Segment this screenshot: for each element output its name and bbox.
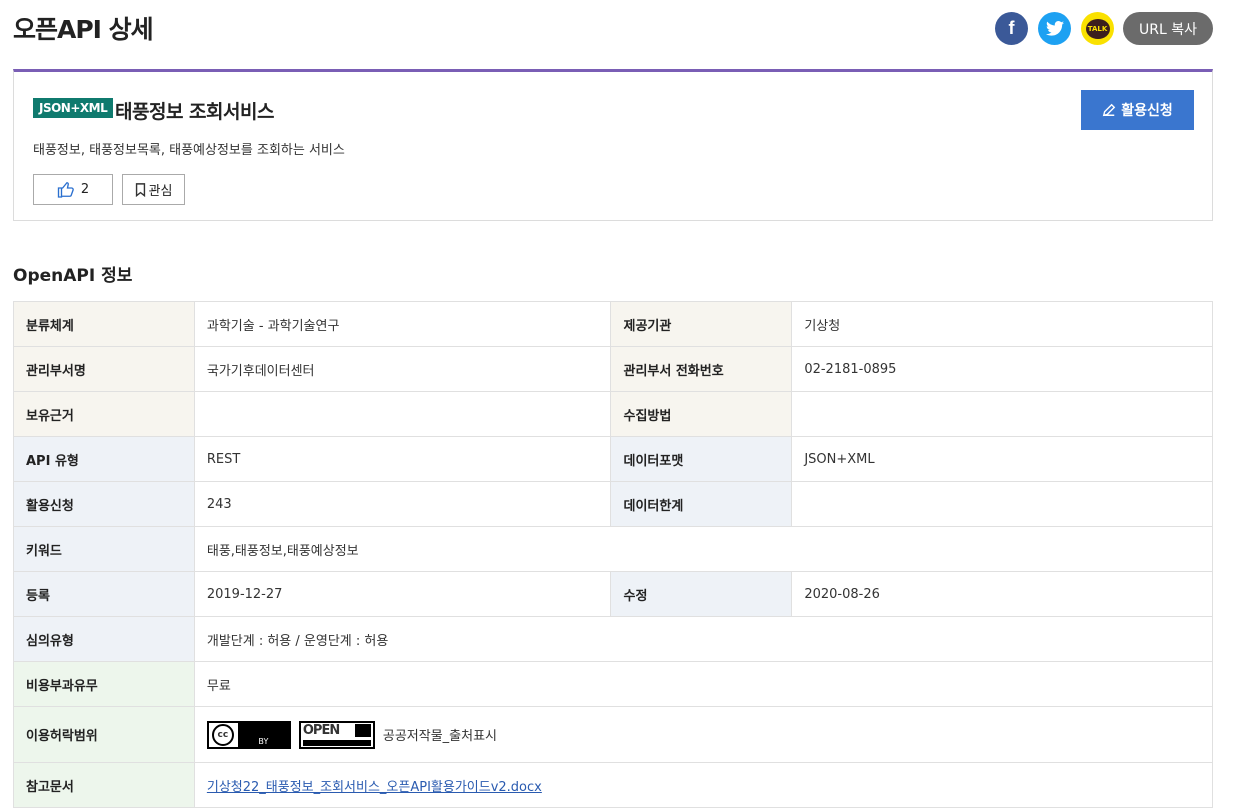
- doc-cell: 기상청22_태풍정보_조회서비스_오픈API활용가이드v2.docx: [193, 762, 1214, 808]
- doc-label: 참고문서: [13, 762, 195, 808]
- license-badges: cc BY OPEN 공공저작물_출처표시: [206, 720, 1200, 749]
- apply-count-label: 활용신청: [13, 481, 195, 527]
- api-summary-card: JSON+XML 태풍정보 조회서비스 태풍정보, 태풍정보목록, 태풍예상정보…: [13, 69, 1213, 221]
- twitter-share-button[interactable]: [1038, 12, 1071, 45]
- license-value: 공공저작물_출처표시: [382, 729, 497, 744]
- url-copy-button[interactable]: URL 복사: [1123, 12, 1213, 45]
- favorite-label: 관심: [148, 184, 173, 199]
- like-button[interactable]: 2: [33, 174, 113, 205]
- dept-label: 관리부서명: [13, 346, 195, 392]
- phone-label: 관리부서 전화번호: [610, 346, 793, 392]
- license-strip-icon: [302, 739, 371, 746]
- facebook-icon: f: [1008, 18, 1015, 38]
- open-text: OPEN: [302, 722, 340, 738]
- basis-value: [193, 391, 612, 437]
- registered-value: 2019-12-27: [193, 571, 612, 617]
- table-row: 비용부과유무 무료: [13, 661, 1214, 707]
- fee-label: 비용부과유무: [13, 661, 195, 707]
- openapi-info-table: 분류체계 과학기술 - 과학기술연구 제공기관 기상청 관리부서명 국가기후데이…: [13, 301, 1214, 808]
- limit-value: [791, 481, 1213, 527]
- limit-label: 데이터한계: [610, 481, 793, 527]
- collect-value: [791, 391, 1213, 437]
- format-label: 데이터포맷: [610, 436, 793, 482]
- section-title: OpenAPI 정보: [13, 266, 133, 286]
- table-row: 참고문서 기상청22_태풍정보_조회서비스_오픈API활용가이드v2.docx: [13, 762, 1214, 808]
- apply-count-value: 243: [193, 481, 612, 527]
- fee-value: 무료: [193, 661, 1214, 707]
- by-icon: BY: [237, 722, 289, 747]
- table-row: 활용신청 243 데이터한계: [13, 481, 1213, 527]
- table-row: 등록 2019-12-27 수정 2020-08-26: [13, 571, 1213, 617]
- collect-label: 수집방법: [610, 391, 793, 437]
- like-count: 2: [80, 182, 90, 197]
- cc-by-license-icon: cc BY: [206, 720, 291, 749]
- table-row: 관리부서명 국가기후데이터센터 관리부서 전화번호 02-2181-0895: [13, 346, 1213, 392]
- by-text: BY: [258, 736, 269, 746]
- table-row: 보유근거 수집방법: [13, 391, 1213, 437]
- reference-doc-link[interactable]: 기상청22_태풍정보_조회서비스_오픈API활용가이드v2.docx: [207, 780, 542, 795]
- registered-label: 등록: [13, 571, 195, 617]
- bookmark-icon: [135, 182, 145, 197]
- share-bar: f TALK URL 복사: [985, 12, 1213, 45]
- phone-value: 02-2181-0895: [791, 346, 1213, 392]
- pencil-icon: [1103, 103, 1116, 117]
- license-label: 이용허락범위: [13, 706, 195, 763]
- modified-label: 수정: [610, 571, 793, 617]
- table-row: 키워드 태풍,태풍정보,태풍예상정보: [13, 526, 1214, 572]
- twitter-icon: [1045, 21, 1064, 36]
- category-label: 분류체계: [13, 301, 195, 347]
- attribution-person-icon: [354, 724, 371, 737]
- review-value: 개발단계 : 허용 / 운영단계 : 허용: [193, 616, 1214, 662]
- license-cell: cc BY OPEN 공공저작물_출처표시: [193, 706, 1214, 763]
- table-row: 심의유형 개발단계 : 허용 / 운영단계 : 허용: [13, 616, 1214, 662]
- kogl-open-license-icon: OPEN: [298, 720, 375, 749]
- kakaotalk-share-button[interactable]: TALK: [1081, 12, 1114, 45]
- basis-label: 보유근거: [13, 391, 195, 437]
- table-row: 이용허락범위 cc BY OPEN 공공저작물_출처표시: [13, 706, 1214, 763]
- dept-value: 국가기후데이터센터: [193, 346, 612, 392]
- keyword-value: 태풍,태풍정보,태풍예상정보: [193, 526, 1214, 572]
- apply-button[interactable]: 활용신청: [1081, 90, 1194, 130]
- cc-icon: cc: [211, 723, 234, 746]
- page-title: 오픈API 상세: [13, 15, 154, 44]
- category-value: 과학기술 - 과학기술연구: [193, 301, 612, 347]
- api-description: 태풍정보, 태풍정보목록, 태풍예상정보를 조회하는 서비스: [33, 143, 345, 158]
- facebook-share-button[interactable]: f: [995, 12, 1028, 45]
- provider-label: 제공기관: [610, 301, 793, 347]
- kakaotalk-icon: TALK: [1085, 18, 1110, 39]
- apply-label: 활용신청: [1121, 103, 1173, 119]
- review-label: 심의유형: [13, 616, 195, 662]
- table-row: API 유형 REST 데이터포맷 JSON+XML: [13, 436, 1213, 482]
- favorite-button[interactable]: 관심: [122, 174, 185, 205]
- modified-value: 2020-08-26: [791, 571, 1213, 617]
- format-badge: JSON+XML: [33, 98, 114, 118]
- api-title: 태풍정보 조회서비스: [115, 101, 274, 123]
- provider-value: 기상청: [791, 301, 1213, 347]
- api-type-label: API 유형: [13, 436, 195, 482]
- api-type-value: REST: [193, 436, 612, 482]
- table-row: 분류체계 과학기술 - 과학기술연구 제공기관 기상청: [13, 301, 1213, 347]
- thumbs-up-icon: [57, 182, 74, 198]
- keyword-label: 키워드: [13, 526, 195, 572]
- format-value: JSON+XML: [791, 436, 1213, 482]
